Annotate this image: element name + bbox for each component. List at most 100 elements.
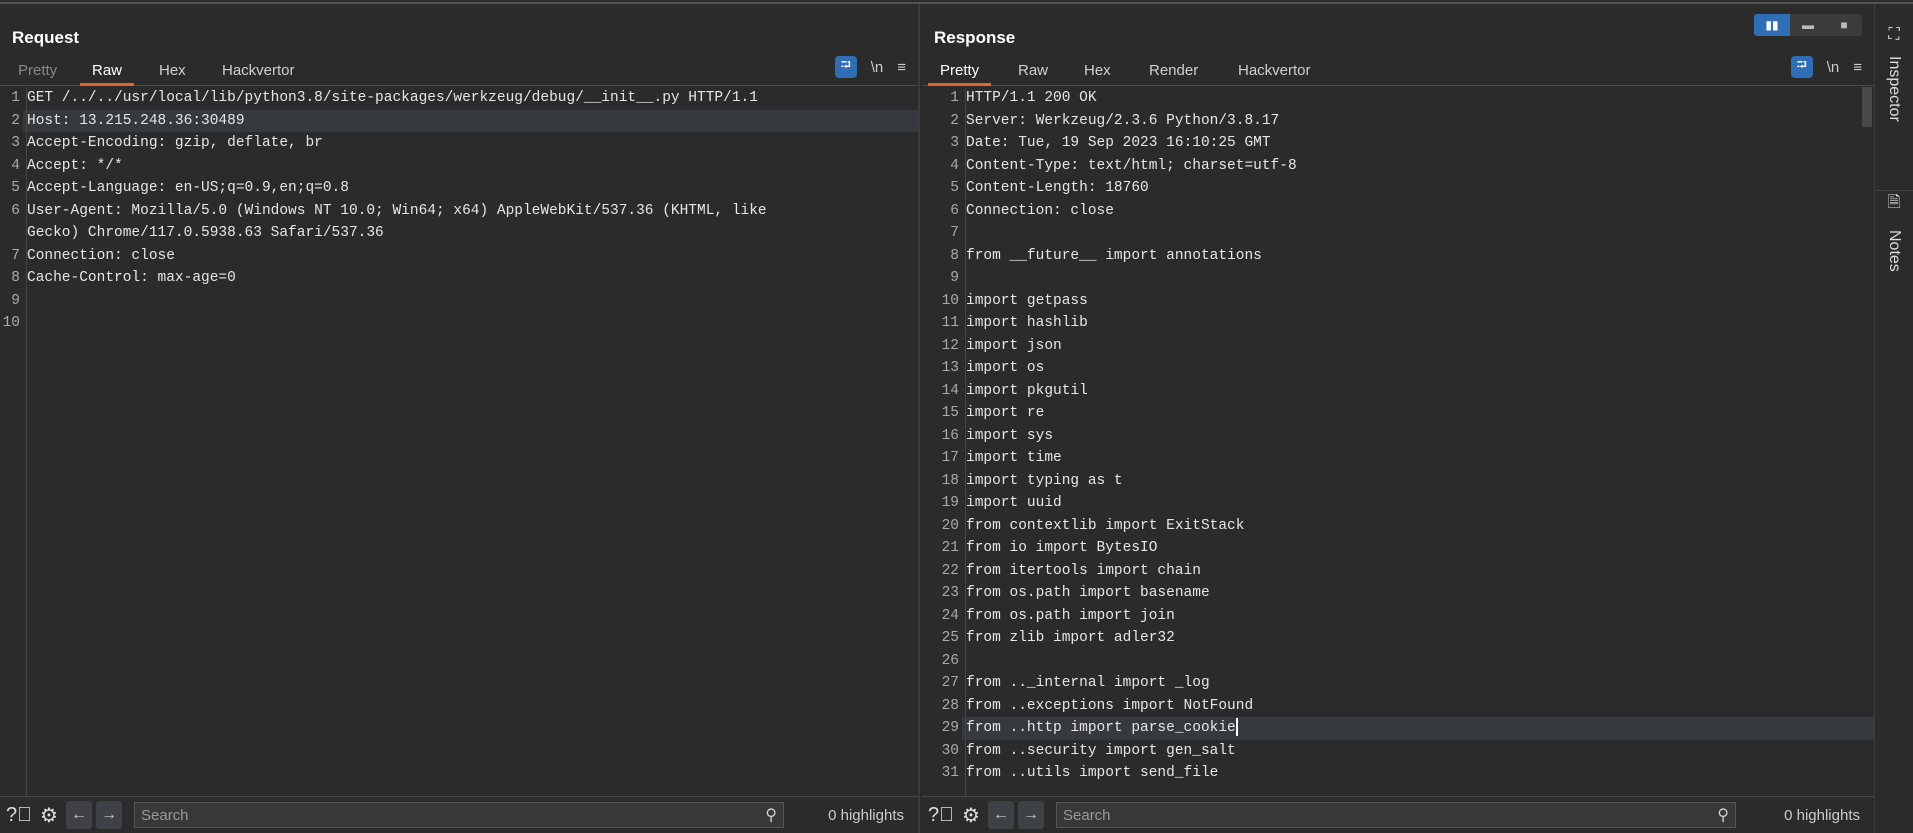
forward-arrow-icon[interactable]: → [96,801,122,829]
back-arrow-icon[interactable]: ← [66,801,92,829]
line-text: User-Agent: Mozilla/5.0 (Windows NT 10.0… [27,202,767,219]
side-by-side-layout-icon[interactable]: ▮▮ [1754,14,1790,36]
tab-hex[interactable]: Hex [147,62,198,86]
code-line: 13 import os [922,357,1874,380]
notes-label: Notes [1886,230,1903,272]
line-text: import re [966,405,1045,421]
line-text: from itertools import chain [966,562,1201,579]
line-text: HTTP/1.1 200 OK [966,90,1097,106]
code-line: 1 GET /../../usr/local/lib/python3.8/site… [0,87,918,110]
line-text: Host: 13.215.248.36:30489 [23,109,918,132]
line-text: from ..http import parse_cookie [962,717,1874,740]
line-text [23,312,918,335]
line-text: from ..exceptions import NotFound [966,697,1254,714]
line-text: import os [966,360,1045,376]
line-text: from ..security import gen_salt [966,742,1236,759]
code-line: 12 import json [922,335,1874,358]
line-text [962,267,1874,290]
code-line: 31 from ..utils import send_file [922,762,1874,785]
stacked-layout-icon[interactable]: ▬ [1790,14,1826,36]
line-text: import getpass [966,292,1088,309]
line-text: from .._internal import _log [966,675,1210,691]
code-line: 28 from ..exceptions import NotFound [922,695,1874,718]
tab-render[interactable]: Render [1137,62,1210,86]
line-text: import json [966,337,1062,354]
line-text: from os.path import join [966,607,1175,624]
tab-raw[interactable]: Raw [1006,62,1060,86]
line-text: import sys [966,427,1054,444]
single-layout-icon[interactable]: ■ [1826,14,1862,36]
request-editor[interactable]: 1 GET /../../usr/local/lib/python3.8/site… [0,87,918,796]
gutter [0,87,27,796]
line-text [23,290,918,313]
tab-pretty[interactable]: Pretty [928,62,992,86]
request-tabs: Pretty Raw Hex Hackvertor [0,56,918,86]
line-text: from contextlib import ExitStack [966,517,1245,534]
line-text: Content-Length: 18760 [966,180,1149,196]
tab-hex[interactable]: Hex [1072,62,1123,86]
forward-arrow-icon[interactable]: → [1018,801,1044,829]
highlights-count: 0 highlights [1784,806,1860,824]
request-panel: Request Pretty Raw Hex Hackvertor ⮒ \n ≡… [0,4,920,833]
code-line: 2 Server: Werkzeug/2.3.6 Python/3.8.17 [922,110,1874,133]
notes-tab[interactable]: 🗎 Notes [1875,190,1913,272]
gutter [922,87,966,796]
line-text: Accept-Language: en-US;q=0.9,en;q=0.8 [27,180,349,196]
wrap-lines-icon[interactable]: ⮒ [834,56,857,78]
code-line: 1 HTTP/1.1 200 OK [922,87,1874,110]
response-panel: ▮▮ ▬ ■ Response Pretty Raw Hex Render Ha… [922,4,1875,833]
menu-icon[interactable]: ≡ [897,59,906,76]
code-line: 4 Accept: */* [0,155,918,178]
code-line: 25 from zlib import adler32 [922,627,1874,650]
response-title: Response [934,28,1016,47]
code-line: 4 Content-Type: text/html; charset=utf-8 [922,155,1874,178]
newline-toggle[interactable]: \n [871,59,884,76]
tab-hackvertor[interactable]: Hackvertor [1226,62,1323,86]
line-text: Server: Werkzeug/2.3.6 Python/3.8.17 [966,112,1280,129]
line-text: Connection: close [966,202,1114,219]
inspector-label: Inspector [1886,56,1903,122]
line-text: import typing as t [966,472,1123,489]
layout-switcher: ▮▮ ▬ ■ [1754,14,1862,36]
code-line: 19 import uuid [922,492,1874,515]
wrap-lines-icon[interactable]: ⮒ [1790,56,1813,78]
inspector-tab[interactable]: ⛶ Inspector [1875,26,1913,122]
search-icon[interactable]: ⚲ [765,805,777,825]
code-line: 14 import pkgutil [922,380,1874,403]
newline-toggle[interactable]: \n [1827,59,1840,76]
line-text [962,222,1874,245]
request-footer: ?⃝ ⚙ ← → ⚲ 0 highlights [0,796,918,833]
tab-raw[interactable]: Raw [80,62,135,86]
search-input[interactable] [141,806,766,824]
gear-icon[interactable]: ⚙ [36,802,62,828]
tab-hackvertor[interactable]: Hackvertor [210,62,307,86]
scrollbar[interactable] [1862,87,1872,127]
gear-icon[interactable]: ⚙ [958,802,984,828]
request-search: ⚲ [134,802,784,828]
search-icon[interactable]: ⚲ [1717,805,1729,825]
response-search: ⚲ [1056,802,1736,828]
code-line: 16 import sys [922,425,1874,448]
code-line: 8 Cache-Control: max-age=0 [0,267,918,290]
inspector-icon: ⛶ [1888,26,1900,43]
menu-icon[interactable]: ≡ [1853,59,1862,76]
tab-pretty[interactable]: Pretty [6,62,69,86]
code-line: 20 from contextlib import ExitStack [922,515,1874,538]
line-text [962,650,1874,673]
back-arrow-icon[interactable]: ← [988,801,1014,829]
code-line: 5 Accept-Language: en-US;q=0.9,en;q=0.8 [0,177,918,200]
response-tabs: Pretty Raw Hex Render Hackvertor [922,56,1874,86]
text-caret [1235,718,1238,737]
code-line: 9 [922,267,1874,290]
code-line: 11 import hashlib [922,312,1874,335]
code-line: 22 from itertools import chain [922,560,1874,583]
help-icon[interactable]: ?⃝ [6,802,32,828]
code-line: 6 User-Agent: Mozilla/5.0 (Windows NT 10.… [0,200,918,223]
search-input[interactable] [1063,806,1718,824]
code-line: 21 from io import BytesIO [922,537,1874,560]
code-line: 15 import re [922,402,1874,425]
response-editor[interactable]: 1 HTTP/1.1 200 OK 2 Server: Werkzeug/2.3.6 … [922,87,1874,796]
help-icon[interactable]: ?⃝ [928,802,954,828]
line-text: from io import BytesIO [966,540,1158,556]
line-text: Gecko) Chrome/117.0.5938.63 Safari/537.3… [27,225,384,241]
